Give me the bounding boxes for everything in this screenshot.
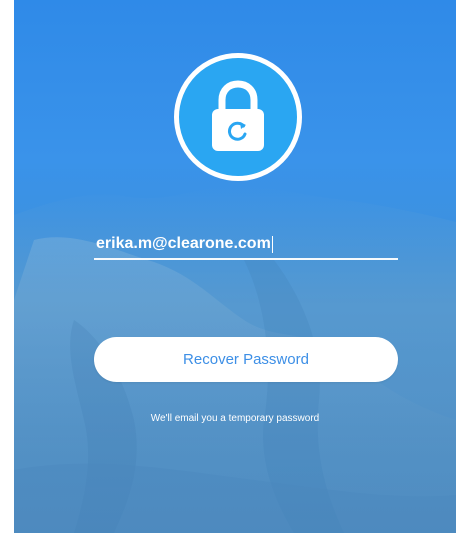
text-cursor [271, 236, 273, 253]
password-recovery-screen: erika.m@clearone.com Recover Password We… [14, 0, 456, 533]
lock-refresh-icon-circle [174, 53, 302, 181]
email-field[interactable]: erika.m@clearone.com [94, 228, 398, 260]
email-field-value: erika.m@clearone.com [96, 235, 271, 252]
lock-refresh-icon [212, 80, 264, 151]
recover-password-button[interactable]: Recover Password [94, 337, 398, 382]
temporary-password-hint: We'll email you a temporary password [150, 413, 320, 424]
recover-password-button-label: Recover Password [183, 351, 309, 368]
